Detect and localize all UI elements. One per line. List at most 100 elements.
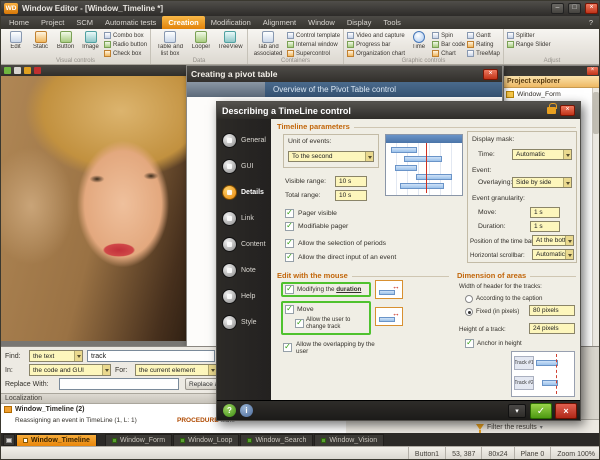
tab-help[interactable]: Help xyxy=(217,283,271,309)
expand-button[interactable]: ▾ xyxy=(508,404,526,418)
ok-button[interactable]: ✓ xyxy=(530,403,552,419)
ribbon-item-control-template[interactable]: Control template xyxy=(287,32,340,39)
direct-input-checkbox[interactable]: ✓ xyxy=(285,253,294,262)
in-combo[interactable]: the code and GUI xyxy=(29,364,111,376)
pivot-dialog-header[interactable]: Creating a pivot table × xyxy=(187,66,502,82)
ribbon-item-radio-button[interactable]: Radio button xyxy=(104,41,147,48)
move-field[interactable]: 1 s xyxy=(530,207,560,218)
tab-display[interactable]: Display xyxy=(341,16,378,29)
overlap-checkbox[interactable]: ✓ xyxy=(283,343,292,352)
doc-tab-window-vision[interactable]: Window_Vision xyxy=(314,434,384,446)
pager-visible-checkbox[interactable]: ✓ xyxy=(285,209,294,218)
ribbon-item-spin[interactable]: Spin xyxy=(432,32,465,39)
timeline-close-button[interactable]: × xyxy=(560,105,575,116)
tab-alignment[interactable]: Alignment xyxy=(257,16,302,29)
tab-automatic-tests[interactable]: Automatic tests xyxy=(99,16,162,29)
ribbon-item-static[interactable]: Static xyxy=(29,31,52,51)
ribbon-item-video-capture[interactable]: Video and capture xyxy=(347,32,405,39)
doc-tab-window-loop[interactable]: Window_Loop xyxy=(173,434,239,446)
ribbon-item-bar-code[interactable]: Bar code xyxy=(432,41,465,48)
ribbon-item-range-slider[interactable]: Range Slider xyxy=(507,41,551,48)
doc-tab-window-search[interactable]: Window_Search xyxy=(240,434,313,446)
tab-list-icon[interactable] xyxy=(3,434,15,446)
tab-note[interactable]: Note xyxy=(217,257,271,283)
ribbon-item-chart[interactable]: Chart xyxy=(432,50,465,57)
tab-tools[interactable]: Tools xyxy=(377,16,407,29)
filter-results-bar[interactable]: Filter the results ▾ xyxy=(346,419,600,434)
ribbon-item-button[interactable]: Button xyxy=(54,31,77,51)
tab-scm[interactable]: SCM xyxy=(70,16,99,29)
move-checkbox[interactable]: ✓ xyxy=(285,305,294,314)
maximize-button[interactable]: □ xyxy=(568,3,581,14)
unit-of-events-combo[interactable]: To the second xyxy=(288,151,374,162)
tab-content[interactable]: Content xyxy=(217,231,271,257)
find-type-combo[interactable]: the text xyxy=(29,350,83,362)
ribbon-item-time[interactable]: Time xyxy=(407,31,430,51)
minimize-button[interactable]: – xyxy=(551,3,564,14)
status-zoom[interactable]: Zoom 100% xyxy=(550,447,600,460)
fixed-width-field[interactable]: 80 pixels xyxy=(529,305,575,316)
visible-range-field[interactable]: 10 s xyxy=(335,176,367,187)
ribbon-item-rating[interactable]: Rating xyxy=(467,41,500,48)
tab-link[interactable]: Link xyxy=(217,205,271,231)
ribbon-item-internal-window[interactable]: Internal window xyxy=(287,41,340,48)
tree-item-window-form[interactable]: Window_Form xyxy=(506,91,561,98)
overlaying-combo[interactable]: Side by side xyxy=(512,177,572,188)
edit-mode-icon[interactable] xyxy=(24,67,31,74)
record-icon[interactable] xyxy=(34,67,41,74)
info-button[interactable]: i xyxy=(240,404,253,417)
duration-field[interactable]: 1 s xyxy=(530,221,560,232)
explorer-header[interactable]: Project explorer xyxy=(504,76,600,88)
doc-tab-window-timeline[interactable]: Window_Timeline xyxy=(16,434,97,446)
ribbon-item-check-box[interactable]: Check box xyxy=(104,50,147,57)
tab-creation[interactable]: Creation xyxy=(162,16,204,29)
ribbon-item-edit[interactable]: Edit xyxy=(4,31,27,51)
tab-general[interactable]: General xyxy=(217,127,271,153)
ribbon-item-looper[interactable]: Looper xyxy=(188,31,214,51)
tab-style[interactable]: Style xyxy=(217,309,271,335)
tab-window[interactable]: Window xyxy=(302,16,341,29)
tab-gui[interactable]: GUI xyxy=(217,153,271,179)
pivot-close-button[interactable]: × xyxy=(483,69,498,80)
scrollbar-thumb[interactable] xyxy=(593,92,599,134)
ribbon-item-treeview[interactable]: TreeView xyxy=(216,31,244,51)
according-caption-radio[interactable] xyxy=(465,295,473,303)
time-combo[interactable]: Automatic xyxy=(512,149,572,160)
save-icon[interactable] xyxy=(14,67,21,74)
ribbon-item-table-list-box[interactable]: Table and list box xyxy=(154,31,186,57)
tab-project[interactable]: Project xyxy=(35,16,70,29)
ribbon-item-progress-bar[interactable]: Progress bar xyxy=(347,41,405,48)
ribbon-item-tab-associated[interactable]: Tab and associated xyxy=(251,31,285,57)
help-button[interactable]: ? xyxy=(223,404,236,417)
explorer-close-icon[interactable]: × xyxy=(587,67,598,75)
selection-periods-checkbox[interactable]: ✓ xyxy=(285,239,294,248)
search-input[interactable]: track xyxy=(87,350,215,362)
ribbon-item-image[interactable]: Image xyxy=(79,31,102,51)
ribbon-item-organization-chart[interactable]: Organization chart xyxy=(347,50,405,57)
anchor-height-checkbox[interactable]: ✓ xyxy=(465,339,474,348)
doc-tab-window-form[interactable]: Window_Form xyxy=(105,434,172,446)
cancel-button[interactable]: × xyxy=(555,403,577,419)
change-track-checkbox[interactable]: ✓ xyxy=(295,319,304,328)
ribbon-item-combo-box[interactable]: Combo box xyxy=(104,32,147,39)
modifiable-pager-checkbox[interactable]: ✓ xyxy=(285,222,294,231)
tab-home[interactable]: Home xyxy=(3,16,35,29)
for-combo[interactable]: the current element xyxy=(135,364,217,376)
help-icon[interactable]: ? xyxy=(583,16,599,29)
close-button[interactable]: × xyxy=(585,3,598,14)
replace-input[interactable] xyxy=(59,378,179,390)
horizontal-scrollbar-combo[interactable]: Automatic xyxy=(532,249,574,260)
ribbon-item-splitter[interactable]: Splitter xyxy=(507,32,551,39)
ribbon-item-supercontrol[interactable]: Supercontrol xyxy=(287,50,340,57)
ribbon-item-gantt[interactable]: Gantt xyxy=(467,32,500,39)
ribbon-item-treemap[interactable]: TreeMap xyxy=(467,50,500,57)
run-icon[interactable] xyxy=(4,67,11,74)
tab-modification[interactable]: Modification xyxy=(205,16,257,29)
total-range-field[interactable]: 10 s xyxy=(335,190,367,201)
timebar-position-combo[interactable]: At the bott... xyxy=(532,235,574,246)
timeline-dialog-header[interactable]: Describing a TimeLine control × xyxy=(217,102,580,119)
modify-duration-checkbox[interactable]: ✓ xyxy=(285,285,294,294)
tab-details[interactable]: Details xyxy=(217,179,271,205)
track-height-field[interactable]: 24 pixels xyxy=(529,323,575,334)
fixed-pixels-radio[interactable] xyxy=(465,308,473,316)
